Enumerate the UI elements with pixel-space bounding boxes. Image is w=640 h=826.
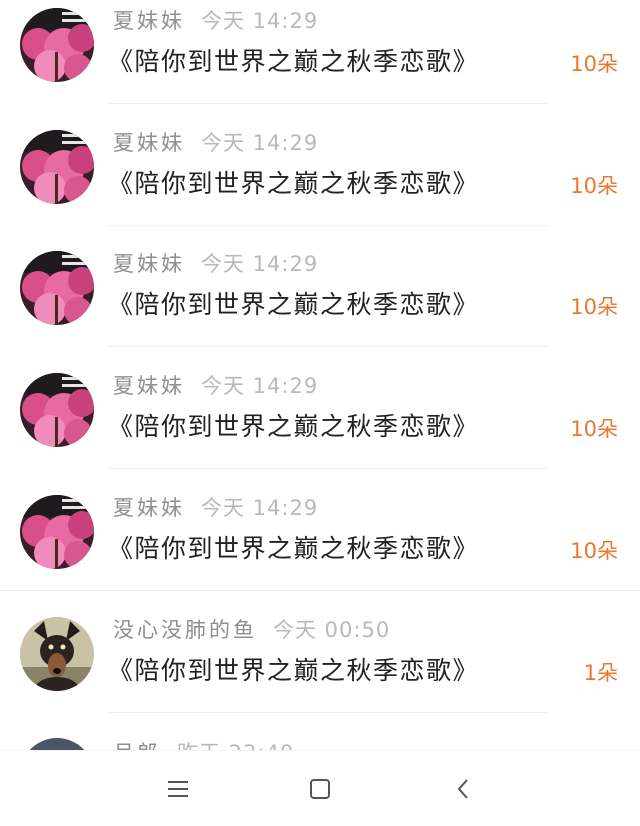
message-meta: 夏妹妹 今天 14:29 <box>113 6 318 36</box>
gift-title[interactable]: 《陪你到世界之巅之秋季恋歌》 <box>108 407 479 447</box>
message-row[interactable]: 夏妹妹 今天 14:29 《陪你到世界之巅之秋季恋歌》 10朵 <box>0 243 640 364</box>
message-time: 今天 14:29 <box>201 252 319 276</box>
message-row[interactable]: 夏妹妹 今天 14:29 《陪你到世界之巅之秋季恋歌》 10朵 <box>0 487 640 608</box>
message-meta: 月郎 昨天 23:40 <box>113 738 294 750</box>
row-divider <box>108 468 548 469</box>
pink-blossom-avatar[interactable] <box>20 130 94 204</box>
message-time: 昨天 23:40 <box>177 741 294 750</box>
gift-message-list: 夏妹妹 今天 14:29 《陪你到世界之巅之秋季恋歌》 10朵 夏妹妹 今天 14:… <box>0 0 640 750</box>
message-meta: 夏妹妹 今天 14:29 <box>113 493 318 523</box>
message-row[interactable]: 夏妹妹 今天 14:29 《陪你到世界之巅之秋季恋歌》 10朵 <box>0 365 640 486</box>
flower-count: 10朵 <box>570 174 618 198</box>
row-divider <box>108 225 548 226</box>
user-avatar[interactable] <box>20 738 94 750</box>
flower-count: 10朵 <box>570 295 618 319</box>
message-time: 今天 00:50 <box>273 618 391 642</box>
gift-title[interactable]: 《陪你到世界之巅之秋季恋歌》 <box>108 651 479 691</box>
pink-blossom-avatar[interactable] <box>20 373 94 447</box>
user-name[interactable]: 夏妹妹 <box>113 9 185 33</box>
message-time: 今天 14:29 <box>201 9 319 33</box>
system-nav-bar <box>0 750 640 826</box>
gift-title[interactable]: 《陪你到世界之巅之秋季恋歌》 <box>108 285 479 325</box>
flower-count: 1朵 <box>583 661 618 685</box>
gift-title[interactable]: 《陪你到世界之巅之秋季恋歌》 <box>108 42 479 82</box>
message-meta: 夏妹妹 今天 14:29 <box>113 249 318 279</box>
message-row[interactable]: 夏妹妹 今天 14:29 《陪你到世界之巅之秋季恋歌》 10朵 <box>0 122 640 243</box>
message-meta: 夏妹妹 今天 14:29 <box>113 371 318 401</box>
message-meta: 夏妹妹 今天 14:29 <box>113 128 318 158</box>
row-divider <box>108 346 548 347</box>
message-time: 今天 14:29 <box>201 131 319 155</box>
row-divider <box>108 103 548 104</box>
message-row[interactable]: 没心没肺的鱼 今天 00:50 《陪你到世界之巅之秋季恋歌》 1朵 <box>0 609 640 730</box>
back-chevron-icon[interactable] <box>452 777 476 801</box>
menu-icon[interactable] <box>166 777 190 801</box>
row-divider <box>108 712 548 713</box>
flower-count: 10朵 <box>570 539 618 563</box>
pink-blossom-avatar[interactable] <box>20 8 94 82</box>
user-name[interactable]: 没心没肺的鱼 <box>113 618 257 642</box>
flower-count: 10朵 <box>570 417 618 441</box>
message-time: 今天 14:29 <box>201 496 319 520</box>
user-name[interactable]: 夏妹妹 <box>113 252 185 276</box>
row-divider <box>0 590 640 591</box>
gift-title[interactable]: 《陪你到世界之巅之秋季恋歌》 <box>108 164 479 204</box>
user-name[interactable]: 夏妹妹 <box>113 374 185 398</box>
pink-blossom-avatar[interactable] <box>20 251 94 325</box>
user-name[interactable]: 月郎 <box>113 741 161 750</box>
gift-title[interactable]: 《陪你到世界之巅之秋季恋歌》 <box>108 529 479 569</box>
dog-avatar[interactable] <box>20 617 94 691</box>
message-row[interactable]: 夏妹妹 今天 14:29 《陪你到世界之巅之秋季恋歌》 10朵 <box>0 0 640 121</box>
flower-count: 10朵 <box>570 52 618 76</box>
message-meta: 没心没肺的鱼 今天 00:50 <box>113 615 390 645</box>
home-square-icon[interactable] <box>308 777 332 801</box>
user-name[interactable]: 夏妹妹 <box>113 496 185 520</box>
pink-blossom-avatar[interactable] <box>20 495 94 569</box>
user-name[interactable]: 夏妹妹 <box>113 131 185 155</box>
message-row-partial[interactable]: 月郎 昨天 23:40 <box>0 730 640 750</box>
message-time: 今天 14:29 <box>201 374 319 398</box>
